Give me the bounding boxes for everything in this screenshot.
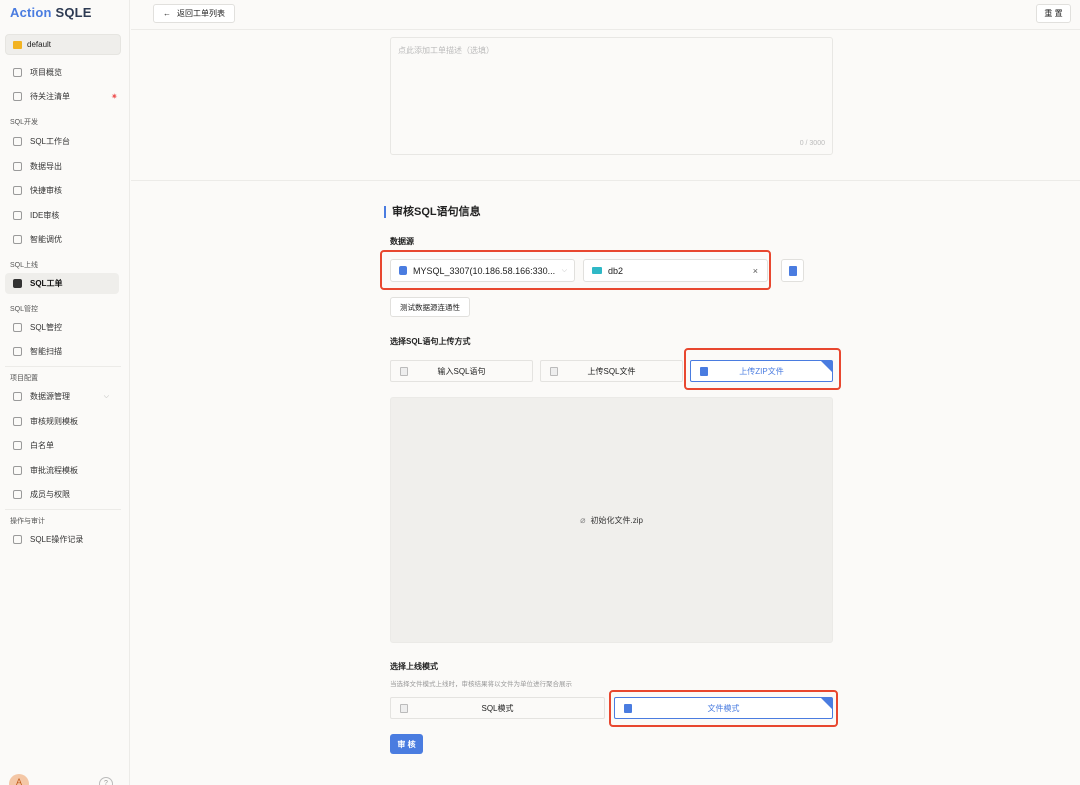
release-mode-hint: 当选择文件模式上线时，审核结果将以文件为单位进行聚合展示: [390, 681, 572, 688]
top-bar: ← 返回工单列表 重 置: [131, 0, 1080, 30]
sidebar-item-sql-workbench[interactable]: SQL工作台: [5, 131, 119, 152]
group-ops-audit: 操作与审计: [10, 518, 45, 525]
description-textarea[interactable]: 点此添加工单描述（选填） 0 / 3000: [390, 37, 833, 155]
chevron-down-icon: ⌵: [103, 392, 109, 400]
editor-icon: [400, 366, 408, 376]
section-divider: [131, 180, 1080, 181]
sidebar-item-ide-audit[interactable]: IDE审核: [5, 205, 119, 226]
sidebar-item-watchlist[interactable]: 待关注清单 ✷: [5, 86, 119, 107]
sidebar-item-sql-control[interactable]: SQL管控: [5, 317, 119, 338]
back-to-list-button[interactable]: ← 返回工单列表: [153, 4, 235, 23]
monitor-icon: [13, 137, 22, 146]
file-icon: [400, 703, 408, 713]
datasource-label: 数据源: [390, 237, 414, 246]
export-icon: [13, 162, 22, 171]
whitelist-icon: [13, 441, 22, 450]
audit-submit-button[interactable]: 审 核: [390, 734, 423, 754]
description-placeholder: 点此添加工单描述（选填）: [398, 46, 494, 55]
list-icon: [13, 92, 22, 101]
file-icon: [550, 366, 558, 376]
sidebar-item-approval-flow[interactable]: 审批流程模板: [5, 460, 119, 481]
clipboard-icon: [13, 279, 22, 288]
upload-option-input-sql[interactable]: 输入SQL语句: [390, 360, 533, 382]
group-project-config: 项目配置: [10, 375, 38, 382]
highlight-box-file-mode: [609, 690, 838, 727]
sidebar-item-smart-tuning[interactable]: 智能调优: [5, 229, 119, 250]
avatar[interactable]: A: [9, 774, 29, 785]
notification-dot-icon: ✷: [111, 92, 118, 101]
char-counter: 0 / 3000: [799, 140, 825, 147]
sidebar-item-smart-scan[interactable]: 智能扫描: [5, 341, 119, 362]
mode-option-sql[interactable]: SQL模式: [390, 697, 605, 719]
layers-icon: [13, 68, 22, 77]
audit-icon: [13, 186, 22, 195]
sidebar-item-members[interactable]: 成员与权限: [5, 484, 119, 505]
flow-icon: [13, 466, 22, 475]
app-logo[interactable]: Action SQLE: [10, 5, 92, 20]
sidebar-item-overview[interactable]: 项目概览: [5, 62, 119, 83]
project-name: default: [27, 40, 52, 49]
target-icon: [13, 323, 22, 332]
uploaded-file-name[interactable]: 初始化文件.zip: [590, 515, 642, 526]
arrow-left-icon: ←: [163, 9, 171, 18]
log-icon: [13, 535, 22, 544]
document-icon: [788, 265, 797, 276]
sidebar-item-datasource[interactable]: 数据源管理 ⌵: [5, 386, 119, 407]
schema-info-button[interactable]: [781, 259, 804, 282]
sidebar-item-rule-template[interactable]: 审核规则模板: [5, 411, 119, 432]
test-connection-button[interactable]: 测试数据源连通性: [390, 297, 470, 317]
sidebar-item-quick-audit[interactable]: 快捷审核: [5, 180, 119, 201]
group-sql-dev: SQL开发: [10, 119, 39, 126]
project-selector[interactable]: default: [5, 34, 121, 55]
chart-icon: [13, 235, 22, 244]
group-sql-control: SQL管控: [10, 306, 39, 313]
highlight-box-datasource: [380, 250, 771, 290]
sidebar: Action SQLE default 项目概览 待关注清单 ✷ SQL开发 S…: [0, 0, 130, 785]
sidebar-item-whitelist[interactable]: 白名单: [5, 435, 119, 456]
help-icon[interactable]: ?: [99, 777, 113, 785]
database-icon: [13, 392, 22, 401]
sidebar-item-operation-log[interactable]: SQLE操作记录: [5, 529, 119, 550]
ide-icon: [13, 211, 22, 220]
sidebar-divider: [5, 509, 121, 510]
section-title: 审核SQL语句信息: [384, 206, 481, 218]
upload-option-sql-file[interactable]: 上传SQL文件: [540, 360, 683, 382]
release-mode-label: 选择上线模式: [390, 662, 438, 671]
flag-icon: [13, 40, 22, 49]
members-icon: [13, 490, 22, 499]
paperclip-icon: ⌀: [580, 514, 586, 525]
highlight-box-zip: [684, 348, 841, 390]
scan-icon: [13, 347, 22, 356]
reset-button[interactable]: 重 置: [1036, 4, 1071, 23]
group-sql-release: SQL上线: [10, 262, 39, 269]
sidebar-item-sql-ticket[interactable]: SQL工单: [5, 273, 119, 294]
file-dropzone[interactable]: ⌀ 初始化文件.zip: [390, 397, 833, 643]
upload-method-label: 选择SQL语句上传方式: [390, 337, 471, 346]
sidebar-item-data-export[interactable]: 数据导出: [5, 156, 119, 177]
template-icon: [13, 417, 22, 426]
sidebar-divider: [5, 366, 121, 367]
